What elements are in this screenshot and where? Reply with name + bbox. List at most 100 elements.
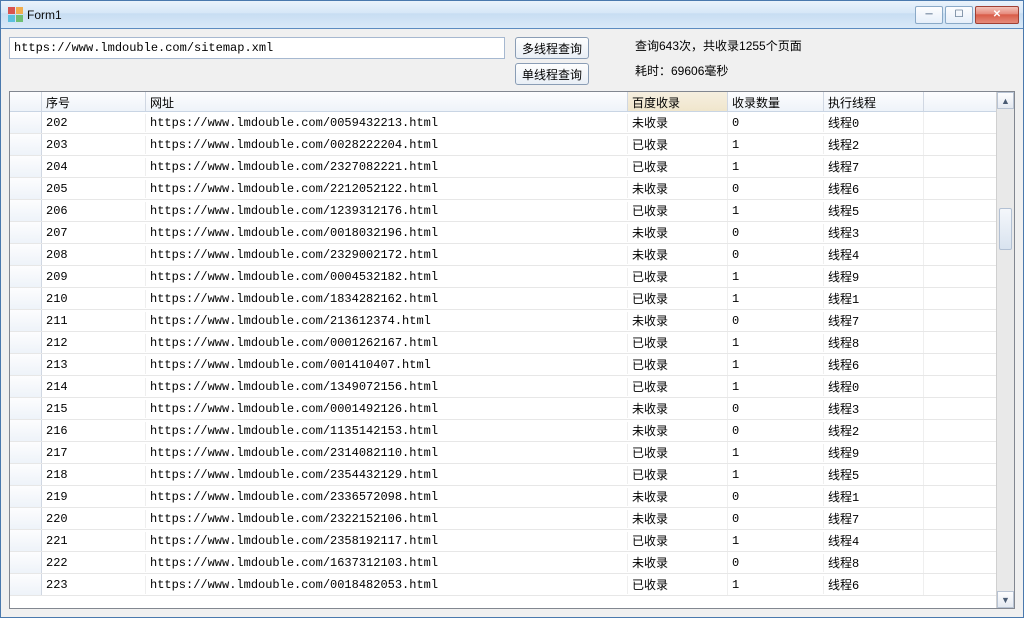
cell-seq: 214 (42, 378, 146, 396)
col-header-count[interactable]: 收录数量 (728, 92, 824, 111)
cell-thread: 线程1 (824, 288, 924, 309)
scroll-down-arrow-icon[interactable]: ▼ (997, 591, 1014, 608)
client-area: 多线程查询 单线程查询 查询643次，共收录1255个页面 耗时：69606毫秒… (1, 29, 1023, 617)
row-header[interactable] (10, 354, 42, 375)
table-row[interactable]: 208https://www.lmdouble.com/2329002172.h… (10, 244, 996, 266)
status-query-count: 查询643次，共收录1255个页面 (635, 37, 802, 54)
table-row[interactable]: 219https://www.lmdouble.com/2336572098.h… (10, 486, 996, 508)
row-header[interactable] (10, 200, 42, 221)
window-title: Form1 (27, 8, 62, 22)
scroll-up-arrow-icon[interactable]: ▲ (997, 92, 1014, 109)
cell-seq: 217 (42, 444, 146, 462)
cell-seq: 219 (42, 488, 146, 506)
table-row[interactable]: 220https://www.lmdouble.com/2322152106.h… (10, 508, 996, 530)
cell-thread: 线程2 (824, 134, 924, 155)
cell-thread: 线程5 (824, 464, 924, 485)
row-header[interactable] (10, 508, 42, 529)
row-header[interactable] (10, 486, 42, 507)
row-header[interactable] (10, 552, 42, 573)
multi-thread-query-button[interactable]: 多线程查询 (515, 37, 589, 59)
cell-url: https://www.lmdouble.com/0001492126.html (146, 400, 628, 418)
cell-thread: 线程6 (824, 574, 924, 595)
table-row[interactable]: 205https://www.lmdouble.com/2212052122.h… (10, 178, 996, 200)
cell-count: 1 (728, 334, 824, 352)
table-row[interactable]: 214https://www.lmdouble.com/1349072156.h… (10, 376, 996, 398)
cell-baidu: 已收录 (628, 442, 728, 463)
cell-thread: 线程7 (824, 156, 924, 177)
window-controls: ─ ☐ ✕ (915, 6, 1019, 24)
table-row[interactable]: 213https://www.lmdouble.com/001410407.ht… (10, 354, 996, 376)
cell-seq: 220 (42, 510, 146, 528)
table-row[interactable]: 207https://www.lmdouble.com/0018032196.h… (10, 222, 996, 244)
cell-url: https://www.lmdouble.com/2358192117.html (146, 532, 628, 550)
row-header[interactable] (10, 442, 42, 463)
row-header[interactable] (10, 464, 42, 485)
row-header[interactable] (10, 244, 42, 265)
url-input[interactable] (9, 37, 505, 59)
table-row[interactable]: 216https://www.lmdouble.com/1135142153.h… (10, 420, 996, 442)
cell-thread: 线程3 (824, 222, 924, 243)
titlebar[interactable]: Form1 ─ ☐ ✕ (1, 1, 1023, 29)
cell-url: https://www.lmdouble.com/2314082110.html (146, 444, 628, 462)
table-row[interactable]: 204https://www.lmdouble.com/2327082221.h… (10, 156, 996, 178)
scroll-thumb[interactable] (999, 208, 1012, 250)
table-row[interactable]: 217https://www.lmdouble.com/2314082110.h… (10, 442, 996, 464)
cell-count: 1 (728, 378, 824, 396)
row-header[interactable] (10, 266, 42, 287)
table-row[interactable]: 222https://www.lmdouble.com/1637312103.h… (10, 552, 996, 574)
row-header[interactable] (10, 574, 42, 595)
close-button[interactable]: ✕ (975, 6, 1019, 24)
col-header-baidu[interactable]: 百度收录 (628, 92, 728, 111)
cell-thread: 线程6 (824, 354, 924, 375)
grid-header: 序号 网址 百度收录 收录数量 执行线程 (10, 92, 996, 112)
col-header-thread[interactable]: 执行线程 (824, 92, 924, 111)
cell-baidu: 未收录 (628, 398, 728, 419)
table-row[interactable]: 203https://www.lmdouble.com/0028222204.h… (10, 134, 996, 156)
cell-seq: 203 (42, 136, 146, 154)
table-row[interactable]: 206https://www.lmdouble.com/1239312176.h… (10, 200, 996, 222)
row-header[interactable] (10, 398, 42, 419)
col-header-seq[interactable]: 序号 (42, 92, 146, 111)
cell-seq: 215 (42, 400, 146, 418)
row-header[interactable] (10, 288, 42, 309)
table-row[interactable]: 223https://www.lmdouble.com/0018482053.h… (10, 574, 996, 596)
table-row[interactable]: 211https://www.lmdouble.com/213612374.ht… (10, 310, 996, 332)
cell-count: 0 (728, 180, 824, 198)
row-header[interactable] (10, 112, 42, 133)
cell-baidu: 已收录 (628, 376, 728, 397)
cell-seq: 205 (42, 180, 146, 198)
table-row[interactable]: 221https://www.lmdouble.com/2358192117.h… (10, 530, 996, 552)
col-header-url[interactable]: 网址 (146, 92, 628, 111)
table-row[interactable]: 210https://www.lmdouble.com/1834282162.h… (10, 288, 996, 310)
cell-url: https://www.lmdouble.com/2212052122.html (146, 180, 628, 198)
row-header[interactable] (10, 222, 42, 243)
cell-baidu: 未收录 (628, 178, 728, 199)
table-row[interactable]: 209https://www.lmdouble.com/0004532182.h… (10, 266, 996, 288)
cell-thread: 线程4 (824, 244, 924, 265)
table-row[interactable]: 218https://www.lmdouble.com/2354432129.h… (10, 464, 996, 486)
row-header[interactable] (10, 156, 42, 177)
app-icon (7, 7, 23, 23)
maximize-button[interactable]: ☐ (945, 6, 973, 24)
table-row[interactable]: 212https://www.lmdouble.com/0001262167.h… (10, 332, 996, 354)
data-grid[interactable]: 序号 网址 百度收录 收录数量 执行线程 202https://www.lmdo… (9, 91, 1015, 609)
row-header[interactable] (10, 178, 42, 199)
row-header-corner[interactable] (10, 92, 42, 111)
row-header[interactable] (10, 310, 42, 331)
cell-thread: 线程6 (824, 178, 924, 199)
button-column: 多线程查询 单线程查询 (515, 37, 589, 85)
cell-count: 0 (728, 488, 824, 506)
single-thread-query-button[interactable]: 单线程查询 (515, 63, 589, 85)
row-header[interactable] (10, 530, 42, 551)
cell-baidu: 已收录 (628, 266, 728, 287)
cell-url: https://www.lmdouble.com/2322152106.html (146, 510, 628, 528)
vertical-scrollbar[interactable]: ▲ ▼ (996, 92, 1014, 608)
row-header[interactable] (10, 420, 42, 441)
row-header[interactable] (10, 332, 42, 353)
cell-baidu: 未收录 (628, 552, 728, 573)
row-header[interactable] (10, 134, 42, 155)
table-row[interactable]: 215https://www.lmdouble.com/0001492126.h… (10, 398, 996, 420)
minimize-button[interactable]: ─ (915, 6, 943, 24)
table-row[interactable]: 202https://www.lmdouble.com/0059432213.h… (10, 112, 996, 134)
row-header[interactable] (10, 376, 42, 397)
